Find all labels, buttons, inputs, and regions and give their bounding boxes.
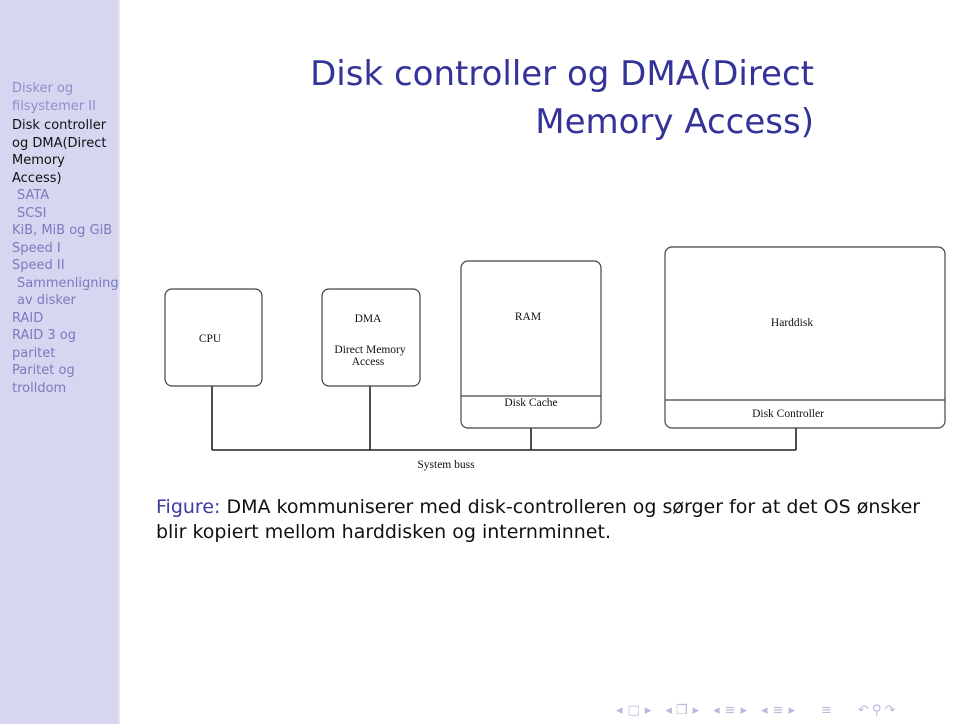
dma-diagram: CPU DMA Direct Memory Access RAM Disk Ca… (164, 246, 946, 471)
disk-cache-label: Disk Cache (504, 397, 557, 409)
outline-icon[interactable]: ≡ (821, 703, 832, 718)
subframe-icon[interactable]: ❐ (676, 703, 688, 718)
system-bus-label: System buss (417, 459, 475, 471)
dma-desc-line2: Access (352, 356, 385, 368)
subsection-prev-arrow-icon[interactable]: ◂ (713, 703, 720, 718)
dma-label: DMA (355, 313, 383, 325)
subframe-prev-arrow-icon[interactable]: ◂ (665, 703, 672, 718)
harddisk-box (664, 246, 946, 429)
figure-caption: Figure: DMA kommuniserer med disk-contro… (156, 495, 946, 545)
figure-prefix: Figure: (156, 496, 221, 518)
subframe-next-arrow-icon[interactable]: ▸ (693, 703, 700, 718)
undo-icon[interactable]: ↶ (858, 703, 869, 718)
section-next-arrow-icon[interactable]: ▸ (788, 703, 795, 718)
search-icon[interactable]: ⚲ (872, 703, 882, 718)
dma-desc-line1: Direct Memory (334, 344, 405, 356)
frame-next-arrow-icon[interactable]: ▸ (645, 703, 652, 718)
subsection-icon[interactable]: ≡ (725, 703, 736, 718)
section-icon[interactable]: ≡ (773, 703, 784, 718)
section-prev-arrow-icon[interactable]: ◂ (761, 703, 768, 718)
beamer-navigation-bar: ◂ □ ▸ ◂ ❐ ▸ ◂ ≡ ▸ ◂ ≡ ▸ ≡ ↶ ⚲ ↷ (616, 700, 895, 720)
dma-box (321, 288, 421, 387)
figure-caption-text: DMA kommuniserer med disk-controlleren o… (156, 496, 921, 543)
ram-label: RAM (515, 311, 541, 323)
cpu-label: CPU (199, 333, 222, 345)
redo-icon[interactable]: ↷ (884, 703, 895, 718)
disk-controller-label: Disk Controller (752, 408, 824, 420)
subsection-next-arrow-icon[interactable]: ▸ (741, 703, 748, 718)
frame-icon[interactable]: □ (628, 703, 640, 718)
frame-prev-arrow-icon[interactable]: ◂ (616, 703, 623, 718)
harddisk-label: Harddisk (771, 317, 813, 329)
